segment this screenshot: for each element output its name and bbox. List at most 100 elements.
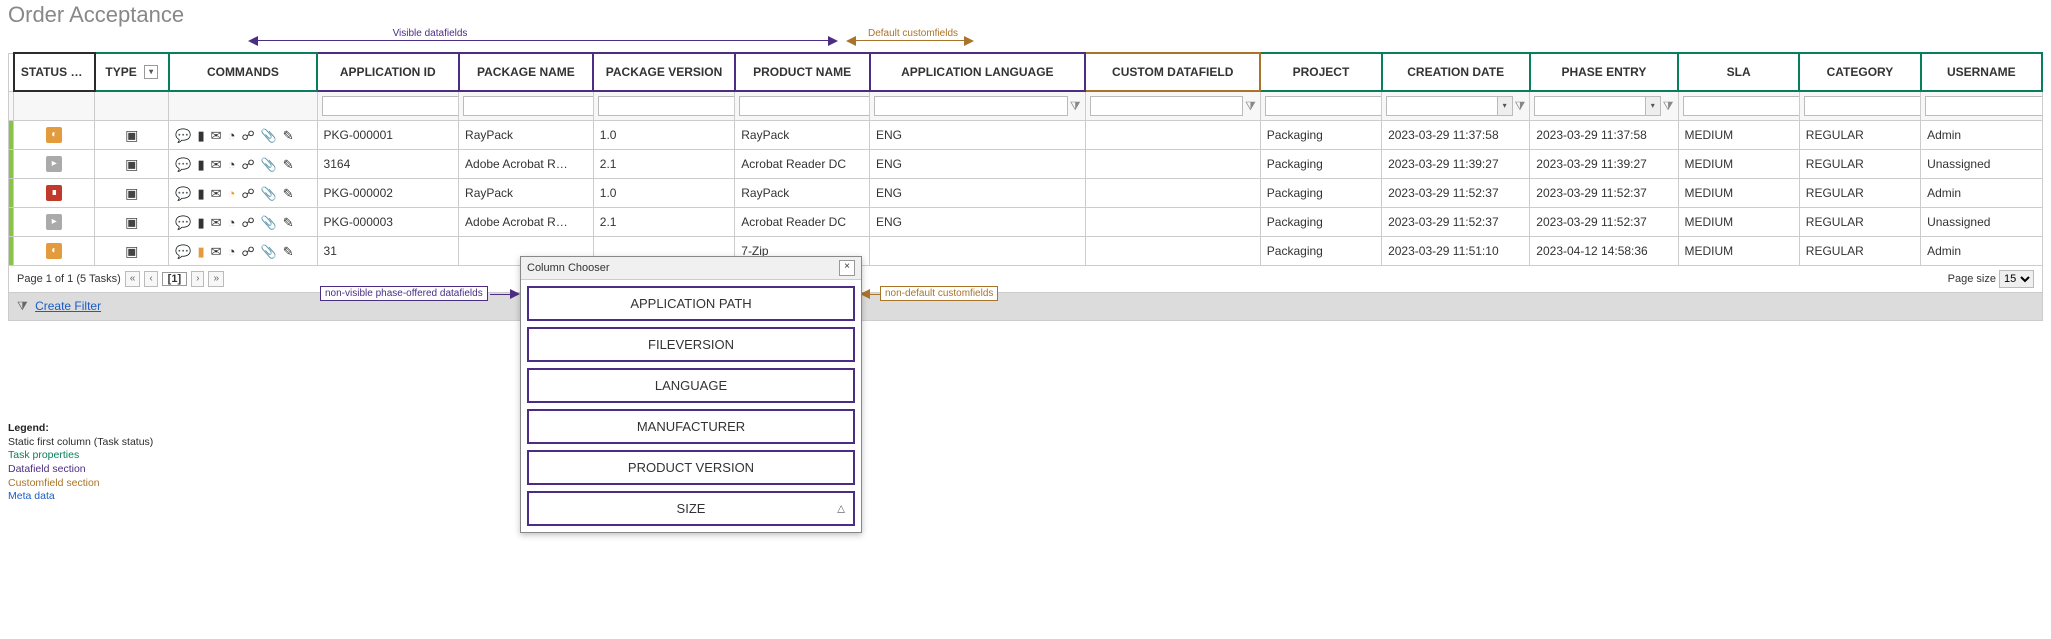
filter-input[interactable] xyxy=(322,96,459,116)
filter-input[interactable] xyxy=(463,96,593,116)
edit-icon[interactable]: ✎ xyxy=(283,158,294,171)
flag-icon[interactable]: ▮ xyxy=(198,158,205,171)
mail-icon[interactable]: ✉ xyxy=(211,129,222,142)
attach-icon[interactable]: 📎 xyxy=(261,158,277,171)
col-header-status[interactable]: STATUS ▾ xyxy=(14,53,95,91)
clock-icon[interactable]: ◔ xyxy=(228,129,236,142)
comment-icon[interactable]: 💬 xyxy=(175,245,191,258)
col-header-type[interactable]: TYPE ▾ xyxy=(95,53,169,91)
edit-icon[interactable]: ✎ xyxy=(283,245,294,258)
column-chooser-item[interactable]: MANUFACTURER xyxy=(527,409,855,444)
chevron-down-icon[interactable]: ▾ xyxy=(1497,97,1512,115)
cell-sla: MEDIUM xyxy=(1678,150,1799,179)
filter-input[interactable] xyxy=(1265,96,1382,116)
col-header-category[interactable]: CATEGORY xyxy=(1799,53,1920,91)
filter-input[interactable] xyxy=(1683,96,1800,116)
funnel-icon[interactable]: ⧩ xyxy=(1515,99,1526,114)
attach-icon[interactable]: 📎 xyxy=(261,245,277,258)
filter-input[interactable] xyxy=(1925,96,2042,116)
cell-custom-datafield xyxy=(1085,121,1260,150)
clock-icon[interactable]: ◔ xyxy=(228,216,236,229)
col-header-phase-entry[interactable]: PHASE ENTRY xyxy=(1530,53,1678,91)
comment-icon[interactable]: 💬 xyxy=(175,129,191,142)
cell-custom-datafield xyxy=(1085,208,1260,237)
attach-icon[interactable]: 📎 xyxy=(261,129,277,142)
arrow-head-icon xyxy=(846,36,856,46)
clock-icon[interactable]: ◔ xyxy=(228,187,236,200)
pager-first-button[interactable]: « xyxy=(125,271,141,287)
flag-icon[interactable]: ▮ xyxy=(198,216,205,229)
col-header-creation-date[interactable]: CREATION DATE xyxy=(1382,53,1530,91)
funnel-icon[interactable]: ⧩ xyxy=(1070,99,1081,114)
funnel-icon[interactable]: ⧩ xyxy=(1245,99,1256,114)
flag-icon[interactable]: ▮ xyxy=(198,187,205,200)
page-size-select[interactable]: 15 xyxy=(1999,270,2034,288)
column-chooser-item[interactable]: LANGUAGE xyxy=(527,368,855,403)
link-icon[interactable]: ☍ xyxy=(241,187,254,200)
flag-icon[interactable]: ▮ xyxy=(198,129,205,142)
table-row[interactable]: ◐ ▣ 💬 ▮ ✉ ◔ ☍ 📎 ✎ PKG-000001 RayPack 1.0… xyxy=(9,121,2043,150)
link-icon[interactable]: ☍ xyxy=(241,129,254,142)
cell-status: ▸ xyxy=(14,208,95,237)
chevron-down-icon[interactable]: ▾ xyxy=(1645,97,1660,115)
col-label: PACKAGE VERSION xyxy=(606,65,722,79)
column-chooser-item[interactable]: PRODUCT VERSION xyxy=(527,450,855,485)
clock-icon[interactable]: ◔ xyxy=(228,245,236,258)
column-chooser-window[interactable]: Column Chooser × APPLICATION PATH FILEVER… xyxy=(520,256,862,533)
table-row[interactable]: ◐ ▣ 💬 ▮ ✉ ◔ ☍ 📎 ✎ 31 7-Zip Packaging 202… xyxy=(9,237,2043,266)
table-row[interactable]: ∎ ▣ 💬 ▮ ✉ ◔ ☍ 📎 ✎ PKG-000002 RayPack 1.0… xyxy=(9,179,2043,208)
filter-input[interactable] xyxy=(598,96,735,116)
col-header-package-name[interactable]: PACKAGE NAME xyxy=(459,53,594,91)
close-icon[interactable]: × xyxy=(839,260,855,276)
cell-creation-date: 2023-03-29 11:51:10 xyxy=(1382,237,1530,266)
col-header-project[interactable]: PROJECT xyxy=(1260,53,1381,91)
col-header-custom-datafield[interactable]: CUSTOM DATAFIELD xyxy=(1085,53,1260,91)
mail-icon[interactable]: ✉ xyxy=(211,158,222,171)
filter-cell-commands xyxy=(169,91,317,121)
mail-icon[interactable]: ✉ xyxy=(211,187,222,200)
dropdown-icon[interactable]: ▾ xyxy=(144,65,158,79)
dropdown-icon[interactable]: ▾ xyxy=(74,65,88,79)
col-header-package-version[interactable]: PACKAGE VERSION xyxy=(593,53,734,91)
comment-icon[interactable]: 💬 xyxy=(175,187,191,200)
column-chooser-item[interactable]: APPLICATION PATH xyxy=(527,286,855,321)
col-header-sla[interactable]: SLA xyxy=(1678,53,1799,91)
col-header-application-language[interactable]: APPLICATION LANGUAGE xyxy=(870,53,1086,91)
filter-input[interactable] xyxy=(1090,96,1243,116)
package-icon: ▣ xyxy=(125,156,138,172)
table-row[interactable]: ▸ ▣ 💬 ▮ ✉ ◔ ☍ 📎 ✎ 3164 Adobe Acrobat R… … xyxy=(9,150,2043,179)
flag-icon[interactable]: ▮ xyxy=(198,245,205,258)
link-icon[interactable]: ☍ xyxy=(241,158,254,171)
col-header-application-id[interactable]: APPLICATION ID xyxy=(317,53,458,91)
create-filter-link[interactable]: Create Filter xyxy=(35,299,101,313)
filter-input[interactable] xyxy=(874,96,1068,116)
attach-icon[interactable]: 📎 xyxy=(261,216,277,229)
col-header-commands[interactable]: COMMANDS xyxy=(169,53,317,91)
edit-icon[interactable]: ✎ xyxy=(283,216,294,229)
pager-next-button[interactable]: › xyxy=(191,271,204,287)
col-header-username[interactable]: USERNAME xyxy=(1921,53,2042,91)
link-icon[interactable]: ☍ xyxy=(241,216,254,229)
pager-last-button[interactable]: » xyxy=(208,271,224,287)
column-chooser-titlebar[interactable]: Column Chooser × xyxy=(521,257,861,280)
mail-icon[interactable]: ✉ xyxy=(211,216,222,229)
table-row[interactable]: ▸ ▣ 💬 ▮ ✉ ◔ ☍ 📎 ✎ PKG-000003 Adobe Acrob… xyxy=(9,208,2043,237)
comment-icon[interactable]: 💬 xyxy=(175,158,191,171)
edit-icon[interactable]: ✎ xyxy=(283,129,294,142)
comment-icon[interactable]: 💬 xyxy=(175,216,191,229)
funnel-icon[interactable]: ⧩ xyxy=(1663,99,1674,114)
attach-icon[interactable]: 📎 xyxy=(261,187,277,200)
edit-icon[interactable]: ✎ xyxy=(283,187,294,200)
status-icon: ▸ xyxy=(46,214,62,230)
pager-prev-button[interactable]: ‹ xyxy=(144,271,157,287)
filter-input[interactable] xyxy=(1804,96,1921,116)
mail-icon[interactable]: ✉ xyxy=(211,245,222,258)
clock-icon[interactable]: ◔ xyxy=(228,158,236,171)
filter-input[interactable] xyxy=(739,96,869,116)
link-icon[interactable]: ☍ xyxy=(241,245,254,258)
filter-date-combo[interactable]: ▾ xyxy=(1534,96,1661,116)
column-chooser-item[interactable]: FILEVERSION xyxy=(527,327,855,362)
col-header-product-name[interactable]: PRODUCT NAME xyxy=(735,53,870,91)
column-chooser-item[interactable]: SIZE△ xyxy=(527,491,855,526)
filter-date-combo[interactable]: ▾ xyxy=(1386,96,1513,116)
